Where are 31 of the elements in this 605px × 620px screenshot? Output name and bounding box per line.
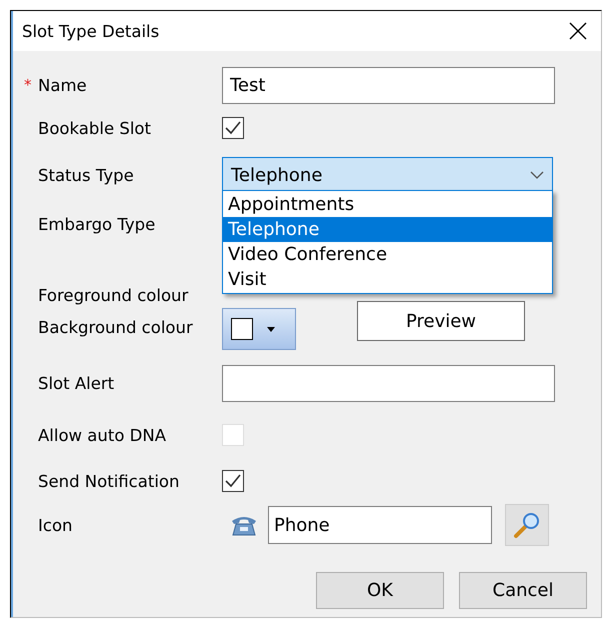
field-label: Icon xyxy=(38,516,72,534)
chevron-icon xyxy=(530,171,544,179)
text-field[interactable] xyxy=(222,364,555,402)
dropdown-option[interactable]: Telephone xyxy=(223,217,552,242)
field-label: Embargo Type xyxy=(38,214,156,234)
window-title: Slot Type Details xyxy=(22,22,160,40)
required-mark: * xyxy=(24,76,32,94)
dialog-button[interactable]: Cancel xyxy=(459,572,587,609)
close-icon xyxy=(569,22,587,40)
caret-icon xyxy=(267,326,275,332)
field-label: Status Type xyxy=(38,166,134,184)
icon-field[interactable]: Phone xyxy=(268,506,492,544)
dropdown-option[interactable]: Visit xyxy=(223,267,552,292)
colour-swatch xyxy=(231,318,253,340)
field-label: Slot Alert xyxy=(38,374,114,392)
field-label: Background colour xyxy=(38,318,193,336)
field-label: Bookable Slot xyxy=(38,118,151,138)
field-label: Send Notification xyxy=(38,472,180,490)
search-button[interactable] xyxy=(505,504,549,546)
colour-picker-button[interactable] xyxy=(222,308,296,350)
preview-button[interactable]: Preview xyxy=(357,301,525,341)
field-label: Name xyxy=(38,76,87,94)
search-icon xyxy=(513,511,541,539)
dropdown-option[interactable]: Appointments xyxy=(223,192,552,217)
field-label: Foreground colour xyxy=(38,286,188,304)
dialog-button[interactable]: OK xyxy=(316,572,444,609)
field-label: Allow auto DNA xyxy=(38,426,166,444)
checkbox[interactable] xyxy=(222,117,244,139)
checkbox[interactable] xyxy=(222,470,244,492)
dropdown-option[interactable]: Video Conference xyxy=(223,242,552,267)
text-field[interactable]: Test xyxy=(222,66,555,104)
